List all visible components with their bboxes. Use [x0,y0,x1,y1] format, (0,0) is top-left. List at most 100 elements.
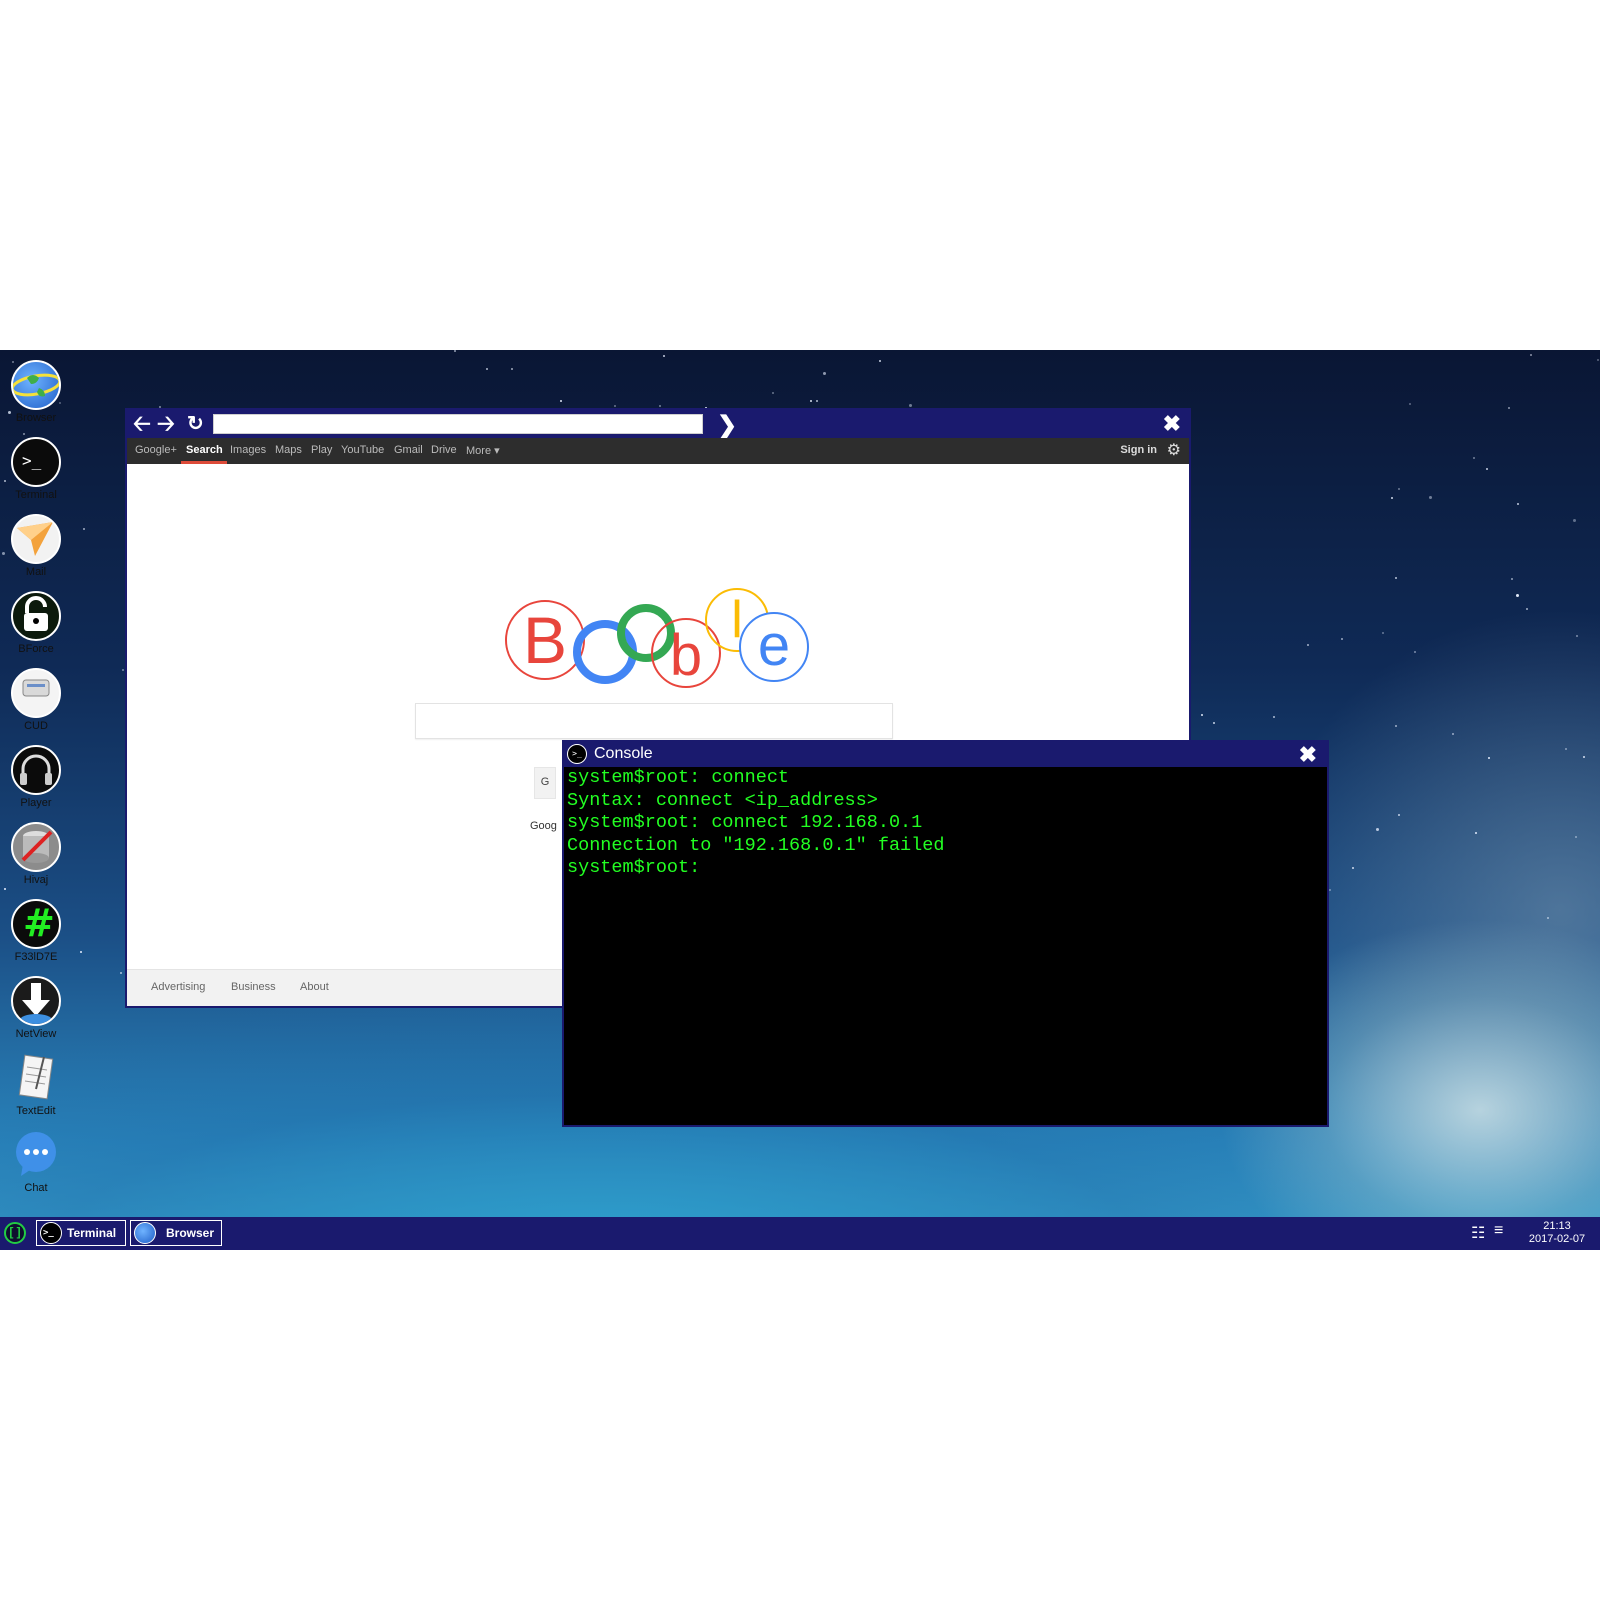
desktop-icon-cud[interactable]: CUD [6,668,66,744]
footer-link-about[interactable]: About [300,981,329,993]
clock: 21:13 2017-02-07 [1525,1220,1589,1246]
wifi-icon[interactable]: ☷ [1471,1223,1485,1243]
desktop-icon-browser[interactable]: Browser [6,360,66,436]
desktop-icon-mail[interactable]: Mail [6,514,66,590]
desktop-icon-chat[interactable]: Chat [6,1130,66,1206]
gear-icon[interactable]: ⚙ [1167,440,1181,460]
refresh-icon[interactable]: ↻ [187,412,204,436]
gbar-item-youtube[interactable]: YouTube [341,444,384,456]
star [663,355,665,357]
search-input[interactable] [415,703,893,739]
star [1452,733,1454,735]
star [1414,651,1416,653]
gbar-item-images[interactable]: Images [230,444,266,456]
console-output[interactable]: system$root: connect Syntax: connect <ip… [567,767,944,880]
search-button-partial[interactable]: G [534,767,556,799]
offered-in-text-partial: Goog [530,820,557,832]
footer-link-advertising[interactable]: Advertising [151,981,205,993]
console-line: Syntax: connect <ip_address> [567,789,878,811]
star [1547,917,1549,919]
desktop-icon-textedit[interactable]: TextEdit [6,1053,66,1129]
gbar-item-maps[interactable]: Maps [275,444,302,456]
logo-letter: B [505,600,585,680]
go-arrow-icon[interactable]: ❯ [717,411,737,440]
clock-date: 2017-02-07 [1528,1233,1586,1245]
terminal-icon: >_ [11,437,61,487]
star [1511,578,1513,580]
star [2,552,5,555]
console-window[interactable]: >_ Console ✖ system$root: connect Syntax… [562,740,1329,1127]
star [1517,503,1519,505]
desktop-icon-hivaj[interactable]: Hivaj [6,822,66,898]
star [1486,468,1488,470]
star [1201,714,1203,716]
star [909,404,912,407]
console-title: Console [594,745,653,762]
database-syringe-icon [11,822,61,872]
console-titlebar[interactable]: >_ Console ✖ [564,742,1327,767]
star [823,372,826,375]
gbar-item-googleplus[interactable]: Google+ [135,444,177,456]
star [511,368,513,370]
gbar-item-drive[interactable]: Drive [431,444,457,456]
desktop-icon-label: CUD [24,720,48,732]
gbar-item-play[interactable]: Play [311,444,332,456]
star [1409,403,1411,405]
forward-arrow-icon[interactable]: 🡢 [157,412,175,436]
browser-titlebar: 🡠 🡢 ↻ ❯ ✖ [127,410,1189,440]
gbar-item-more[interactable]: More ▾ [466,444,500,457]
close-icon[interactable]: ✖ [1163,411,1181,437]
star [80,951,82,953]
start-button[interactable]: [ ] [4,1222,26,1244]
star [1565,748,1567,750]
star [1329,889,1331,891]
console-prompt-line: system$root: [567,857,701,878]
padlock-icon [11,591,61,641]
star [1475,832,1477,834]
star [810,400,812,402]
desktop-icon-label: NetView [15,1028,57,1040]
desktop-icon-bforce[interactable]: BForce [6,591,66,667]
desktop-icon-label: Player [20,797,52,809]
desktop-icon-label: Hivaj [23,874,49,886]
taskbar-button-browser[interactable]: Browser [130,1220,222,1246]
address-bar-input[interactable] [213,414,703,434]
close-icon[interactable]: ✖ [1299,742,1317,768]
gbar-item-search[interactable]: Search [186,444,223,456]
star [1213,722,1215,724]
star [816,400,818,402]
desktop-icon-terminal[interactable]: >_ Terminal [6,437,66,513]
star [1597,359,1599,361]
terminal-icon: >_ [40,1222,62,1244]
gbar-item-gmail[interactable]: Gmail [394,444,423,456]
taskbar: [ ] >_ Terminal Browser ☷ ≡ 21:13 2017-0… [0,1217,1600,1250]
sign-in-link[interactable]: Sign in [1120,444,1157,456]
console-line: Connection to "192.168.0.1" failed [567,834,945,856]
desktop-icon-label: Terminal [15,489,57,501]
clock-time: 21:13 [1543,1220,1571,1232]
desktop-icon-label: F33lD7E [14,951,58,963]
star [1429,496,1432,499]
desktop-icon-f33ld7e[interactable]: # F33lD7E [6,899,66,975]
star [1341,638,1343,640]
footer-link-business[interactable]: Business [231,981,276,993]
active-tab-underline [181,461,227,464]
taskbar-button-terminal[interactable]: >_ Terminal [36,1220,126,1246]
star [1573,519,1576,522]
booble-logo: B b l e [505,588,815,688]
star [1473,457,1475,459]
globe-icon [11,360,61,410]
star [1526,608,1528,610]
star [1576,635,1578,637]
desktop-icon-label: Chat [24,1182,48,1194]
desktop-icon-netview[interactable]: NetView [6,976,66,1052]
star [1307,644,1309,646]
star [1398,488,1400,490]
star [1376,828,1379,831]
star [486,368,488,370]
desktop-icon-player[interactable]: Player [6,745,66,821]
star [1488,757,1490,759]
star [879,360,881,362]
menu-icon[interactable]: ≡ [1494,1222,1503,1240]
back-arrow-icon[interactable]: 🡠 [133,412,151,436]
